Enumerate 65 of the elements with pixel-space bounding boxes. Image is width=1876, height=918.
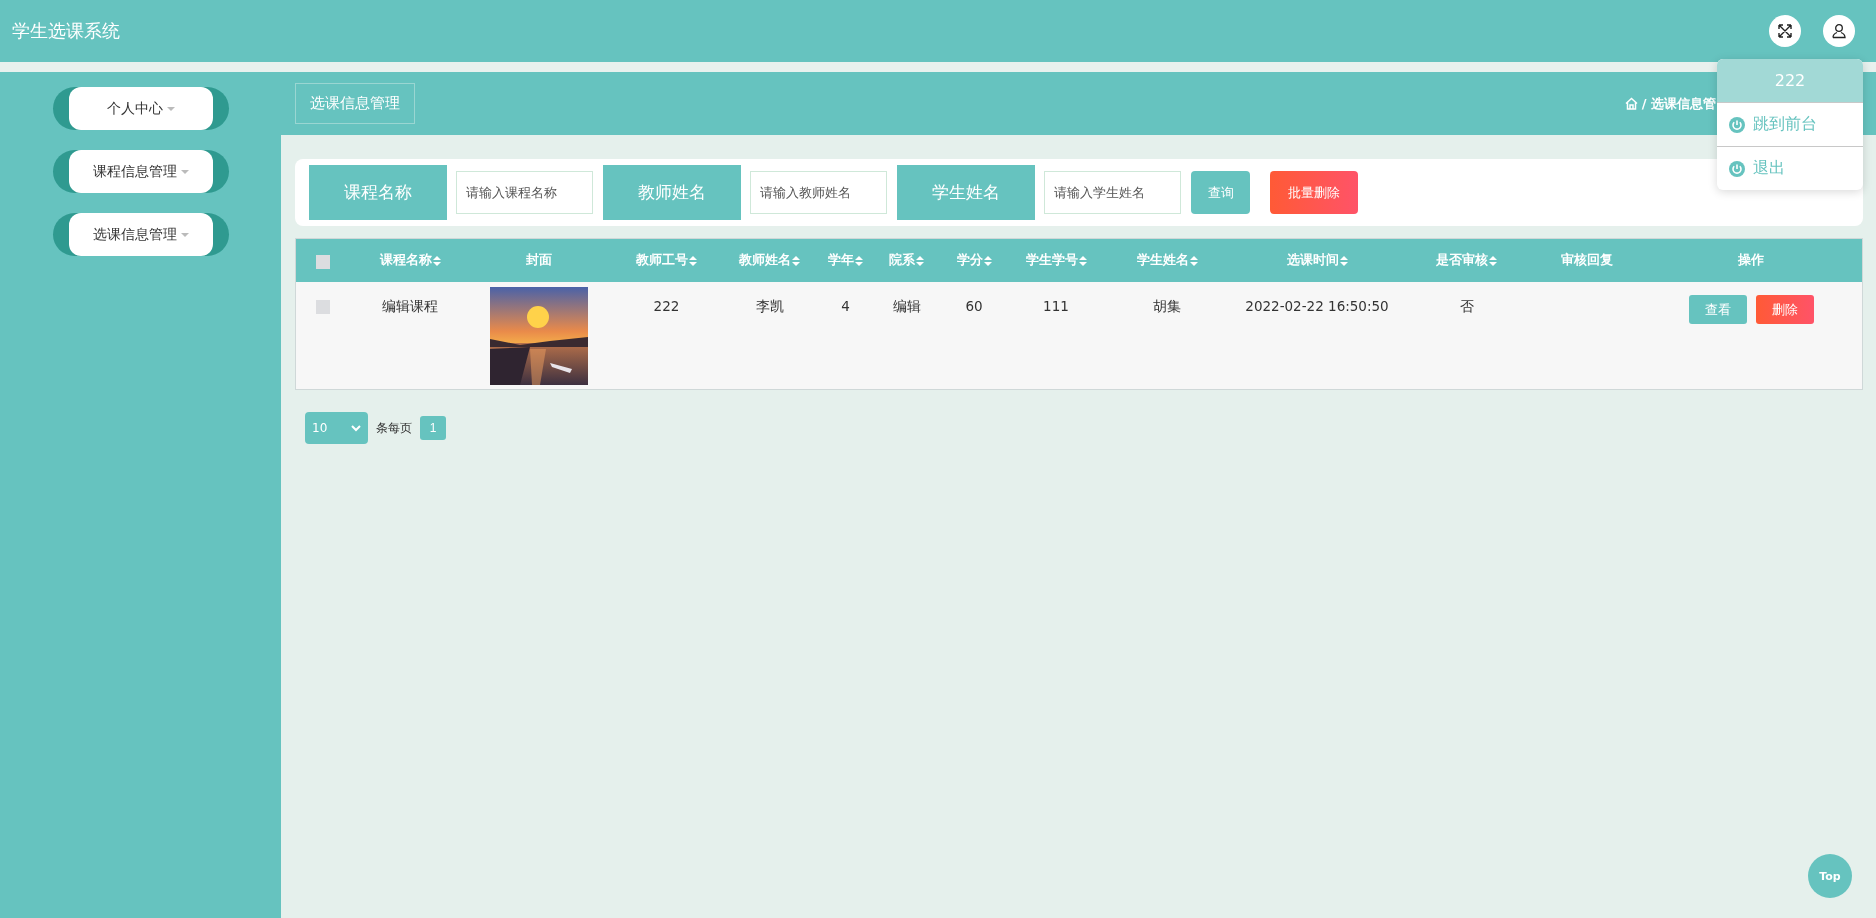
table-cell: 111 [1043,298,1069,314]
menu-username: 222 [1717,59,1863,102]
app-title: 学生选课系统 [12,19,121,43]
column-header[interactable]: 教师姓名 [739,252,791,269]
table-cell: 222 [653,298,680,314]
sidebar-item[interactable]: 个人中心 [68,87,213,130]
sort-icon[interactable] [983,255,992,266]
back-to-top-button[interactable]: Top [1808,854,1852,898]
search-field[interactable]: 请输入教师姓名 [750,171,887,214]
menu-item[interactable]: 跳到前台 [1717,102,1863,146]
column-header: 审核回复 [1560,252,1613,269]
table-cell: 胡集 [1153,298,1181,316]
column-header[interactable]: 院系 [889,252,915,269]
caret-icon [166,106,175,111]
sort-icon[interactable] [1189,255,1198,266]
sidebar-item[interactable]: 课程信息管理 [68,150,213,193]
column-header: 封面 [526,252,552,269]
search-field[interactable]: 请输入课程名称 [456,171,593,214]
table-cell: 2022-02-22 16:50:50 [1245,298,1389,314]
column-header[interactable]: 课程名称 [379,252,432,269]
sort-icon[interactable] [855,255,863,266]
sort-icon[interactable] [792,255,800,266]
table-cell: 编辑课程 [382,298,438,316]
column-header[interactable]: 选课时间 [1286,252,1339,269]
sort-icon[interactable] [689,255,697,266]
column-header[interactable]: 是否审核 [1436,252,1488,269]
select-all-checkbox[interactable] [316,254,330,269]
power-icon [1729,116,1745,133]
column-header[interactable]: 学分 [956,252,983,269]
menu-item[interactable]: 退出 [1717,146,1863,190]
sort-icon[interactable] [916,255,924,266]
batch-delete-button[interactable]: 批量删除 [1270,171,1358,214]
field-label: 学生姓名 [897,165,1035,220]
page-size-label: 条每页 [376,419,412,437]
table-cell: 李凯 [755,298,784,316]
search-field[interactable]: 请输入学生姓名 [1044,171,1181,214]
table-cell: 否 [1459,298,1474,316]
sidebar-item[interactable]: 选课信息管理 [68,213,213,256]
home-icon[interactable] [1624,97,1638,110]
chevron-icon [351,424,361,432]
delete-button[interactable]: 删除 [1755,295,1814,324]
sort-icon[interactable] [432,255,441,266]
page-title: 选课信息管理 [295,83,415,124]
caret-icon [180,232,189,237]
field-label: 教师姓名 [603,165,741,220]
table-cell: 编辑 [892,298,921,316]
page-number[interactable]: 1 [420,416,446,440]
field-label: 课程名称 [309,165,447,220]
sort-icon[interactable] [1339,255,1348,266]
column-header[interactable]: 教师工号 [636,252,688,269]
caret-icon [180,169,189,174]
table-cell: 4 [841,298,850,314]
sort-icon[interactable] [1489,255,1497,266]
column-header[interactable]: 学生姓名 [1136,252,1189,269]
row-checkbox[interactable] [316,300,330,314]
sort-icon[interactable] [1078,255,1087,266]
power-icon [1729,160,1745,177]
breadcrumb: / 选课信息管 [1641,94,1716,113]
view-button[interactable]: 查看 [1688,295,1747,324]
column-header[interactable]: 学年 [828,252,854,269]
column-header: 操作 [1738,252,1764,269]
page-size-select[interactable]: 10 [305,412,368,444]
table-cell: 60 [965,298,983,314]
search-button[interactable]: 查询 [1191,171,1250,214]
column-header[interactable]: 学生学号 [1025,252,1078,269]
